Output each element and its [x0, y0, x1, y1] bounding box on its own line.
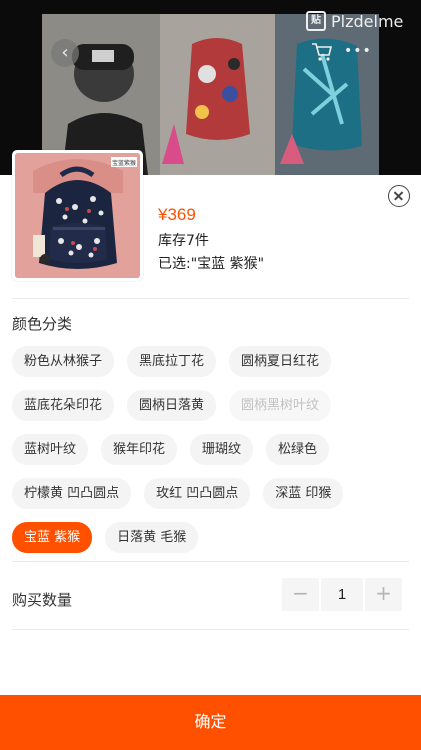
backpack-image: 宝蓝紫猴 [15, 153, 140, 278]
plus-button[interactable]: + [365, 578, 402, 611]
confirm-button[interactable]: 确定 [0, 695, 421, 750]
watermark-logo: 贴 [306, 11, 326, 31]
quantity-value[interactable]: 1 [321, 578, 363, 611]
product-thumbnail: 宝蓝紫猴 [12, 150, 143, 281]
color-option[interactable]: 深蓝 印猴 [263, 478, 344, 509]
divider [12, 629, 409, 630]
quantity-label: 购买数量 [12, 591, 73, 609]
color-section-title: 颜色分类 [12, 315, 73, 333]
color-option[interactable]: 柠檬黄 凹凸圆点 [12, 478, 132, 509]
close-icon[interactable] [388, 185, 410, 207]
cart-icon[interactable] [310, 40, 334, 64]
more-dots-icon[interactable]: ••• [344, 43, 372, 59]
color-option[interactable]: 珊瑚纹 [190, 434, 254, 465]
color-option[interactable]: 黑底拉丁花 [127, 346, 217, 377]
color-option[interactable]: 蓝底花朵印花 [12, 390, 115, 421]
thumbnail-tag: 宝蓝紫猴 [112, 159, 136, 167]
color-option[interactable]: 粉色从林猴子 [12, 346, 115, 377]
color-option[interactable]: 蓝树叶纹 [12, 434, 89, 465]
product-price: ¥369 [158, 205, 196, 224]
quantity-stepper: − 1 + [282, 578, 402, 611]
color-option[interactable]: 圆柄夏日红花 [229, 346, 332, 377]
color-option[interactable]: 圆柄日落黄 [127, 390, 217, 421]
color-option[interactable]: 玫红 凹凸圆点 [144, 478, 251, 509]
color-option[interactable]: 日落黄 毛猴 [105, 522, 199, 553]
color-option-selected[interactable]: 宝蓝 紫猴 [12, 522, 93, 553]
color-option[interactable]: 猴年印花 [101, 434, 178, 465]
back-chevron-icon[interactable]: ‹ [51, 39, 79, 67]
color-option-disabled: 圆柄黑树叶纹 [229, 390, 332, 421]
selected-variant: 已选:"宝蓝 紫猴" [158, 256, 265, 272]
product-gallery-backdrop: ‹ ••• 贴 Plzdelme [0, 0, 421, 175]
minus-button[interactable]: − [282, 578, 319, 611]
watermark-text: Plzdelme [331, 11, 404, 31]
divider [12, 298, 409, 299]
watermark: 贴 Plzdelme [306, 10, 403, 32]
color-option-list: 粉色从林猴子 黑底拉丁花 圆柄夏日红花 蓝底花朵印花 圆柄日落黄 圆柄黑树叶纹 … [12, 346, 412, 553]
color-option[interactable]: 松绿色 [266, 434, 330, 465]
stock-count: 库存7件 [158, 233, 209, 249]
divider [12, 561, 409, 562]
